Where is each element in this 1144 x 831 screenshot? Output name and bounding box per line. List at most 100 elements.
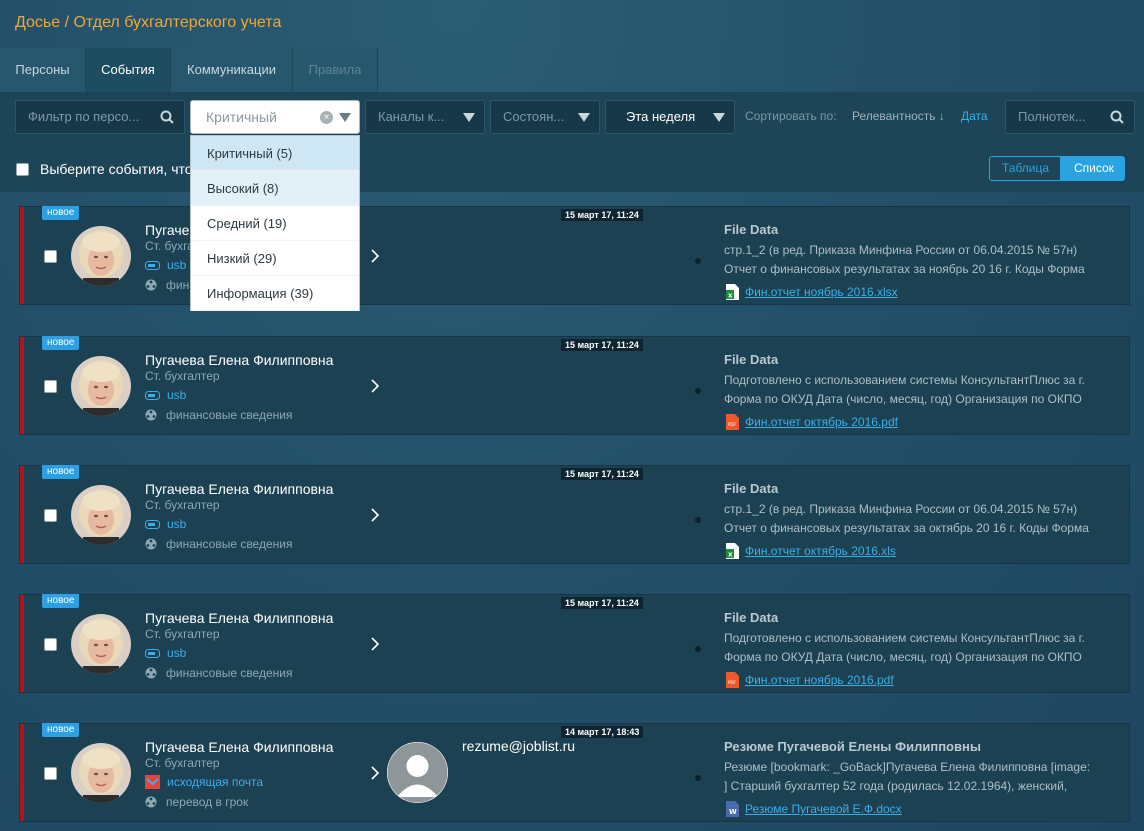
- chevron-right-icon[interactable]: [368, 764, 382, 782]
- content-excerpt-line: Форма по ОКУД Дата (число, месяц, год) О…: [724, 392, 1082, 406]
- status-dot: [695, 258, 701, 264]
- channel[interactable]: usb: [145, 388, 186, 402]
- table-view-button[interactable]: Таблица: [989, 156, 1061, 181]
- tab-events[interactable]: События: [86, 48, 171, 92]
- tab-persons[interactable]: Персоны: [0, 48, 86, 92]
- state-select[interactable]: Состоян...: [490, 100, 600, 134]
- criticality-option-medium[interactable]: Средний (19): [191, 206, 359, 241]
- fulltext-search-input[interactable]: Полнотек...: [1005, 100, 1135, 134]
- person-name[interactable]: Пугачева Елена Филипповна: [145, 739, 333, 755]
- attachment-link[interactable]: Фин.отчет ноябрь 2016.pdf: [745, 673, 894, 687]
- chevron-right-icon[interactable]: [368, 247, 382, 265]
- avatar[interactable]: [71, 485, 131, 545]
- sort-relevance-link[interactable]: Релевантность ↓: [852, 109, 945, 123]
- criticality-indicator: [20, 337, 24, 434]
- list-view-button[interactable]: Список: [1061, 156, 1125, 181]
- criticality-select[interactable]: Критичный ×: [190, 100, 360, 134]
- pdf-file-icon: PDF: [726, 672, 739, 688]
- search-icon[interactable]: [160, 110, 174, 124]
- attachment[interactable]: W Резюме Пугачевой Е.Ф.docx: [726, 801, 902, 817]
- attachment-link[interactable]: Фин.отчет октябрь 2016.xls: [745, 544, 896, 558]
- chevron-down-icon[interactable]: [339, 113, 351, 122]
- person-role: Ст. бухгалтер: [145, 498, 220, 512]
- avatar[interactable]: [71, 614, 131, 674]
- period-select[interactable]: Эта неделя: [605, 100, 735, 134]
- chevron-down-icon: [463, 113, 475, 122]
- chevron-right-icon[interactable]: [368, 377, 382, 395]
- channel-label: usb: [167, 258, 187, 272]
- channel[interactable]: usb: [145, 646, 186, 660]
- person-filter-input[interactable]: Фильтр по персо...: [15, 100, 185, 134]
- chevron-right-icon[interactable]: [368, 635, 382, 653]
- content-excerpt-line: Отчет о финансовых результатах за октябр…: [724, 521, 1089, 535]
- event-card[interactable]: новоеПугачева Елена ФилипповнаСт. бухгал…: [19, 336, 1130, 435]
- channel[interactable]: usb: [145, 517, 186, 531]
- event-checkbox[interactable]: [44, 767, 57, 780]
- channel[interactable]: usb: [145, 258, 186, 272]
- person-name[interactable]: Пугачева Елена Филипповна: [145, 610, 333, 626]
- policy-icon: [145, 538, 157, 550]
- criticality-value: Критичный: [206, 109, 277, 125]
- avatar[interactable]: [71, 743, 131, 803]
- event-checkbox[interactable]: [44, 638, 57, 651]
- attachment[interactable]: PDF Фин.отчет ноябрь 2016.pdf: [726, 672, 894, 688]
- search-icon[interactable]: [1110, 110, 1124, 124]
- policy-label: перевод в грок: [166, 795, 249, 809]
- event-time: 14 март 17, 18:43: [561, 726, 644, 738]
- channel-label: usb: [167, 517, 187, 531]
- criticality-option-low[interactable]: Низкий (29): [191, 241, 359, 276]
- criticality-option-info[interactable]: Информация (39): [191, 276, 359, 311]
- attachment[interactable]: x Фин.отчет ноябрь 2016.xlsx: [726, 284, 898, 300]
- breadcrumb[interactable]: Досье / Отдел бухгалтерского учета: [15, 14, 281, 32]
- recipient-email[interactable]: rezume@joblist.ru: [462, 738, 575, 754]
- event-card[interactable]: новоеПугачева Елена ФилипповнаСт. бухгал…: [19, 723, 1130, 822]
- tab-communications[interactable]: Коммуникации: [171, 48, 293, 92]
- content-excerpt-line: Подготовлено с использованием системы Ко…: [724, 631, 1085, 645]
- event-checkbox[interactable]: [44, 509, 57, 522]
- event-card[interactable]: новоеПугачева Елена ФилипповнаСт. бухгал…: [19, 594, 1130, 693]
- avatar[interactable]: [71, 356, 131, 416]
- svg-text:PDF: PDF: [728, 680, 736, 685]
- policy: финансовые сведения: [145, 666, 292, 680]
- avatar[interactable]: [71, 226, 131, 286]
- person-photo: [71, 614, 131, 674]
- criticality-option-critical[interactable]: Критичный (5): [191, 136, 359, 171]
- criticality-option-high[interactable]: Высокий (8): [191, 171, 359, 206]
- usb-icon: [145, 390, 160, 400]
- attachment-link[interactable]: Фин.отчет октябрь 2016.pdf: [745, 415, 898, 429]
- criticality-indicator: [20, 724, 24, 821]
- event-time: 15 март 17, 11:24: [561, 339, 643, 351]
- clear-icon[interactable]: ×: [320, 111, 333, 124]
- attachment-link[interactable]: Фин.отчет ноябрь 2016.xlsx: [745, 285, 898, 299]
- attachment[interactable]: PDF Фин.отчет октябрь 2016.pdf: [726, 414, 898, 430]
- status-dot: [695, 646, 701, 652]
- event-card[interactable]: новоеПугачева Елена ФилипповнаСт. бухгал…: [19, 465, 1130, 564]
- new-badge: новое: [42, 336, 80, 350]
- attachment-link[interactable]: Резюме Пугачевой Е.Ф.docx: [745, 802, 902, 816]
- person-role: Ст. бухгалтер: [145, 756, 220, 770]
- event-checkbox[interactable]: [44, 380, 57, 393]
- state-placeholder: Состоян...: [503, 109, 565, 124]
- event-checkbox[interactable]: [44, 250, 57, 263]
- select-all-label: Выберите события, что: [40, 161, 193, 177]
- chevron-right-icon[interactable]: [368, 506, 382, 524]
- select-all-row: Выберите события, что: [16, 161, 193, 177]
- policy-icon: [145, 409, 157, 421]
- attachment[interactable]: x Фин.отчет октябрь 2016.xls: [726, 543, 896, 559]
- content-excerpt-line: Подготовлено с использованием системы Ко…: [724, 373, 1085, 387]
- content-title: Резюме Пугачевой Елены Филипповны: [724, 739, 981, 754]
- person-name[interactable]: Пугачева Елена Филипповна: [145, 352, 333, 368]
- select-all-checkbox[interactable]: [16, 162, 29, 176]
- person-name[interactable]: Пугачева Елена Филипповна: [145, 481, 333, 497]
- chevron-down-icon: [578, 113, 590, 122]
- person-photo: [71, 356, 131, 416]
- channels-select[interactable]: Каналы к...: [365, 100, 485, 134]
- channel[interactable]: исходящая почта: [145, 775, 263, 789]
- svg-text:x: x: [728, 292, 733, 300]
- criticality-dropdown: Критичный (5) Высокий (8) Средний (19) Н…: [190, 135, 360, 311]
- sort-date-link[interactable]: Дата: [961, 109, 988, 123]
- content-excerpt-line: Отчет о финансовых результатах за ноябрь…: [724, 262, 1085, 276]
- event-card[interactable]: новоеПугачева Елена ФилипповнаСт. бухгал…: [19, 206, 1130, 305]
- recipient-avatar-icon: [387, 742, 448, 803]
- event-time: 15 март 17, 11:24: [561, 468, 643, 480]
